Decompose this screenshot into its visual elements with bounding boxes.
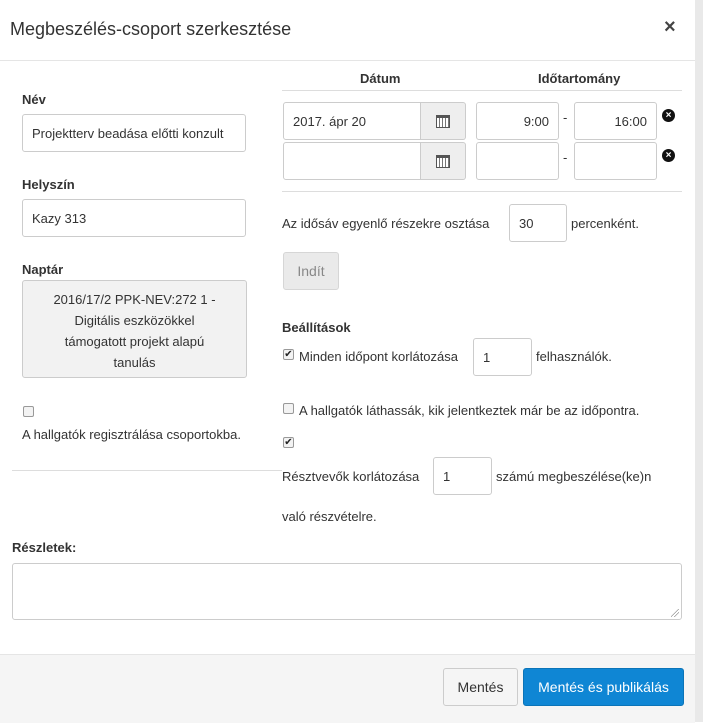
participants-input[interactable]: 1 xyxy=(433,457,492,495)
time-column-header: Időtartomány xyxy=(538,71,621,86)
participants-suffix: számú megbeszélése(ke)n xyxy=(496,469,652,484)
start-time-input[interactable]: 9:00 xyxy=(476,102,559,140)
divider xyxy=(282,90,682,91)
participants-checkbox[interactable]: ✔ xyxy=(283,437,294,448)
remove-row-icon[interactable]: × xyxy=(662,149,675,162)
save-and-publish-button[interactable]: Mentés és publikálás xyxy=(523,668,684,706)
start-split-button[interactable]: Indít xyxy=(283,252,339,290)
location-label: Helyszín xyxy=(22,177,75,192)
remove-row-icon[interactable]: × xyxy=(662,109,675,122)
participants-suffix-2: való részvételre. xyxy=(282,509,377,524)
limit-suffix: felhasználók. xyxy=(536,349,612,364)
details-textarea[interactable] xyxy=(12,563,682,620)
location-input[interactable]: Kazy 313 xyxy=(22,199,246,237)
date-input[interactable]: 2017. ápr 20 xyxy=(283,102,421,140)
modal-header: Megbeszélés-csoport szerkesztése × xyxy=(0,0,695,61)
close-icon[interactable]: × xyxy=(664,16,676,39)
end-time-input[interactable]: 16:00 xyxy=(574,102,657,140)
resize-handle-icon[interactable] xyxy=(671,609,679,617)
name-input[interactable]: Projektterv beadása előtti konzult xyxy=(22,114,246,152)
start-time-input[interactable] xyxy=(476,142,559,180)
date-input[interactable] xyxy=(283,142,421,180)
calendar-label: Naptár xyxy=(22,262,64,277)
date-picker-button[interactable] xyxy=(421,102,466,140)
divider xyxy=(12,470,282,471)
modal-footer: Mentés Mentés és publikálás xyxy=(0,654,695,723)
modal-title: Megbeszélés-csoport szerkesztése xyxy=(10,19,292,39)
group-registration-checkbox[interactable] xyxy=(23,406,34,417)
settings-heading: Beállítások xyxy=(282,320,351,335)
limit-checkbox[interactable]: ✔ xyxy=(283,349,294,360)
visibility-label: A hallgatók láthassák, kik jelentkeztek … xyxy=(299,403,640,418)
save-button[interactable]: Mentés xyxy=(443,668,518,706)
calendar-line: 2016/17/2 PPK-NEV:272 1 - xyxy=(53,292,216,307)
limit-prefix: Minden időpont korlátozása xyxy=(299,349,458,364)
details-label: Részletek: xyxy=(12,540,77,555)
calendar-line: Digitális eszközökkel xyxy=(74,313,195,328)
visibility-checkbox[interactable] xyxy=(283,403,294,414)
calendar-select-box[interactable]: 2016/17/2 PPK-NEV:272 1 - Digitális eszk… xyxy=(22,280,247,378)
calendar-icon xyxy=(436,154,450,168)
time-separator: - xyxy=(563,110,568,125)
group-registration-label: A hallgatók regisztrálása csoportokba. xyxy=(22,427,241,442)
split-suffix: percenként. xyxy=(571,216,639,231)
name-label: Név xyxy=(22,92,46,107)
split-minutes-input[interactable]: 30 xyxy=(509,204,567,242)
limit-input[interactable]: 1 xyxy=(473,338,532,376)
calendar-line: tanulás xyxy=(113,355,156,370)
end-time-input[interactable] xyxy=(574,142,657,180)
time-separator: - xyxy=(563,150,568,165)
date-column-header: Dátum xyxy=(360,71,401,86)
date-picker-button[interactable] xyxy=(421,142,466,180)
edit-appointment-group-modal: Megbeszélés-csoport szerkesztése × Név P… xyxy=(0,0,696,723)
participants-prefix: Résztvevők korlátozása xyxy=(282,469,420,484)
divider xyxy=(282,191,682,192)
calendar-icon xyxy=(436,114,450,128)
scrollbar-track[interactable] xyxy=(695,0,703,722)
split-prefix: Az idősáv egyenlő részekre osztása xyxy=(282,216,490,231)
calendar-line: támogatott projekt alapú xyxy=(64,334,205,349)
